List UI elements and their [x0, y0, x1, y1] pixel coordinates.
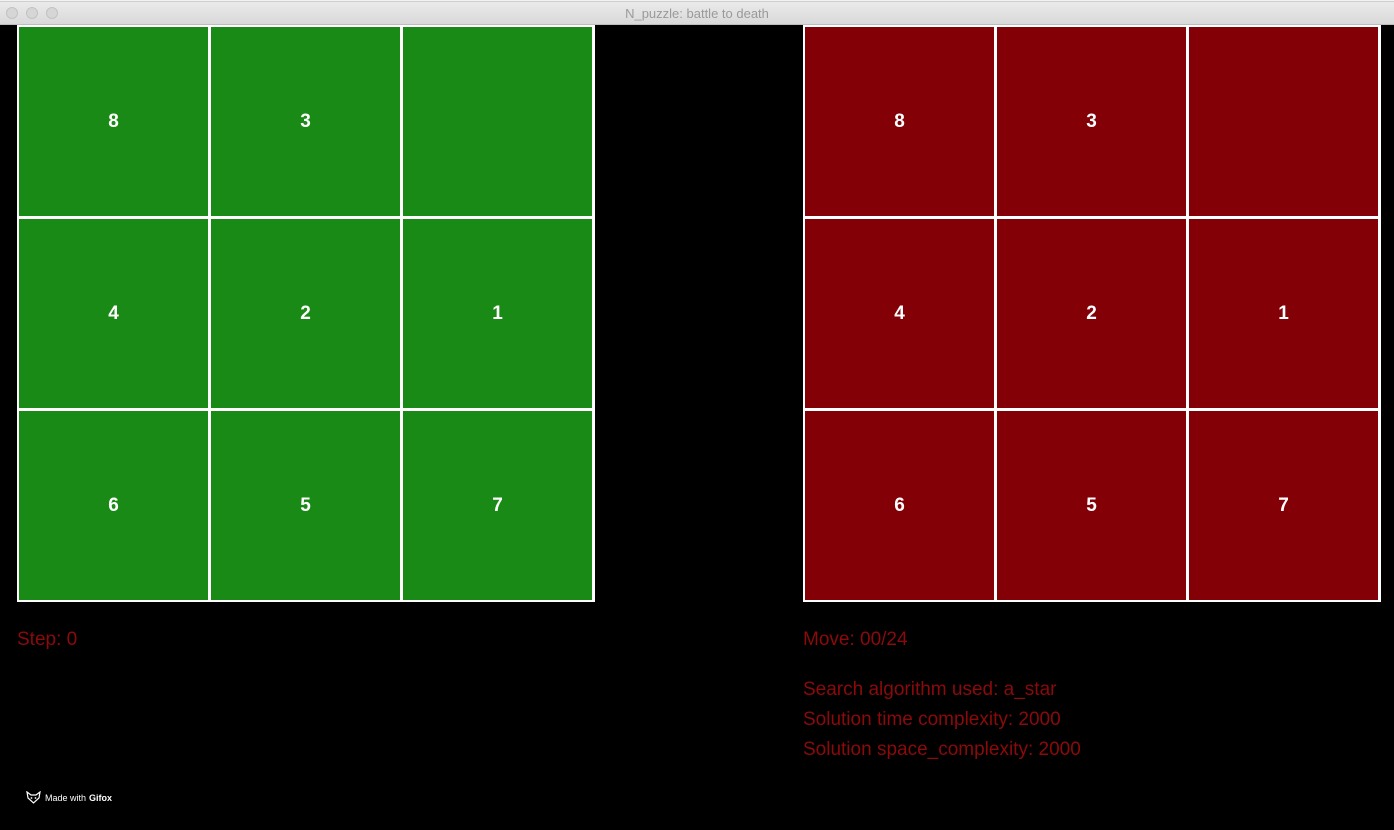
- right-tile-empty: [1189, 27, 1378, 216]
- left-puzzle-board: 8 3 4 2 1 6 5 7: [17, 25, 595, 602]
- right-tile: 2: [997, 219, 1186, 408]
- left-tile: 5: [211, 411, 400, 600]
- left-tile: 1: [403, 219, 592, 408]
- watermark-brand: Gifox: [89, 792, 113, 803]
- right-tile: 7: [1189, 411, 1378, 600]
- left-tile: 3: [211, 27, 400, 216]
- search-algorithm-label: Search algorithm used: a_star: [803, 679, 1057, 700]
- right-tile: 4: [805, 219, 994, 408]
- left-tile: 8: [19, 27, 208, 216]
- right-tile: 1: [1189, 219, 1378, 408]
- left-tile: 6: [19, 411, 208, 600]
- window-titlebar: N_puzzle: battle to death: [0, 0, 1394, 25]
- fox-logo-icon: [26, 791, 41, 804]
- window-title: N_puzzle: battle to death: [625, 6, 769, 21]
- gifox-watermark: Made with Gifox: [26, 791, 112, 804]
- space-complexity-label: Solution space_complexity: 2000: [803, 739, 1081, 760]
- right-puzzle-board: 8 3 4 2 1 6 5 7: [803, 25, 1381, 602]
- left-tile-empty: [403, 27, 592, 216]
- right-tile: 6: [805, 411, 994, 600]
- watermark-prefix: Made with: [45, 792, 87, 803]
- time-complexity-label: Solution time complexity: 2000: [803, 709, 1061, 730]
- right-tile: 8: [805, 27, 994, 216]
- left-tile: 7: [403, 411, 592, 600]
- left-tile: 2: [211, 219, 400, 408]
- right-tile: 3: [997, 27, 1186, 216]
- right-tile: 5: [997, 411, 1186, 600]
- background-window-edge: [0, 0, 1394, 2]
- move-counter: Move: 00/24: [803, 629, 908, 650]
- step-counter: Step: 0: [17, 629, 78, 650]
- left-tile: 4: [19, 219, 208, 408]
